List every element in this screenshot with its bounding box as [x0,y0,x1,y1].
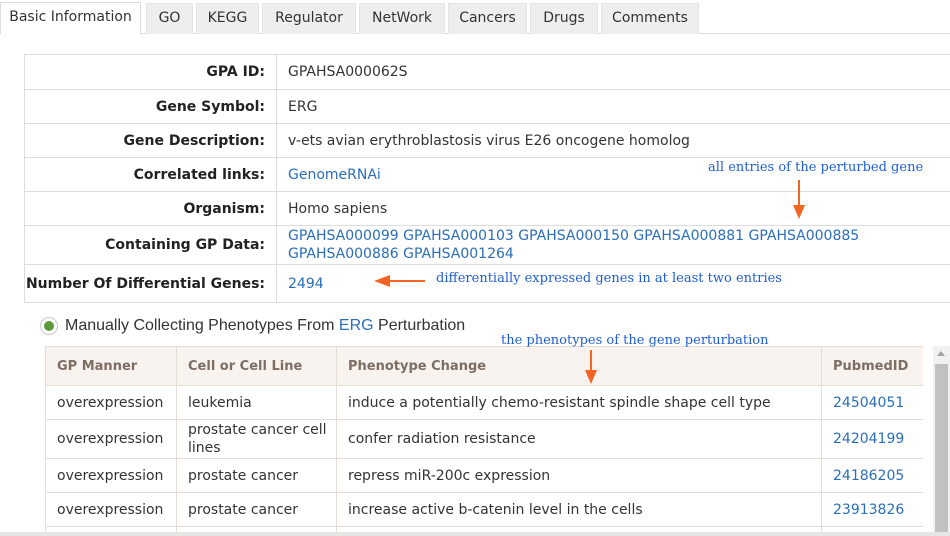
differential-genes-label: Number Of Differential Genes: [24,265,277,302]
cell-line-cell: prostate cancer [176,458,337,493]
phenotype-change-cell: repress miR-200c expression [336,458,822,493]
section-gene-link[interactable]: ERG [339,317,374,335]
tab-go[interactable]: GO [146,3,193,34]
column-header-gp-manner[interactable]: GP Manner [45,346,177,386]
cell-line-cell: leukemia [176,385,337,420]
gp-manner-cell: overexpression [45,419,177,459]
tab-kegg[interactable]: KEGG [196,3,259,34]
gp-data-link[interactable]: GPAHSA000885 [749,228,860,244]
phenotype-table-container[interactable]: GP Manner Cell or Cell Line Phenotype Ch… [45,346,923,536]
gpa-id-label: GPA ID: [24,55,277,89]
gpa-id-value: GPAHSA000062S [288,64,408,80]
organism-value: Homo sapiens [288,200,388,217]
tab-drugs[interactable]: Drugs [530,3,598,34]
table-row: overexpression leukemia induce a potenti… [45,385,923,420]
pubmed-id-cell: 24186205 [821,458,923,493]
section-title-suffix: Perturbation [373,317,466,334]
cell-line-cell: prostate cancer [176,492,337,527]
gene-description-label: Gene Description: [24,124,277,157]
column-header-cell-line[interactable]: Cell or Cell Line [176,346,337,386]
gene-symbol-label: Gene Symbol: [24,90,277,123]
gp-data-link[interactable]: GPAHSA000099 [288,228,399,244]
phenotype-change-cell: induce a potentially chemo-resistant spi… [336,385,822,420]
basic-info-table: GPA ID: GPAHSA000062S Gene Symbol: ERG G… [24,54,950,303]
phenotypes-section-title: Manually Collecting Phenotypes From ERG … [40,315,465,337]
tab-network[interactable]: NetWork [359,3,445,34]
annotation-phenotypes: the phenotypes of the gene perturbation [501,333,769,348]
gp-data-link[interactable]: GPAHSA000150 [518,228,629,244]
containing-gp-data-label: Containing GP Data: [24,226,277,264]
table-row: overexpression prostate cancer cell line… [45,419,923,459]
gp-data-link-list: GPAHSA000099 GPAHSA000103 GPAHSA000150 G… [288,227,908,263]
differential-genes-link[interactable]: 2494 [288,275,324,293]
info-row-gene-description: Gene Description: v-ets avian erythrobla… [24,124,950,158]
correlated-links-label: Correlated links: [24,158,277,191]
tab-cancers[interactable]: Cancers [448,3,527,34]
gp-manner-cell: overexpression [45,458,177,493]
gene-description-value: v-ets avian erythroblastosis virus E26 o… [288,132,690,149]
pubmed-link[interactable]: 24504051 [833,395,904,411]
gp-data-link[interactable]: GPAHSA000886 [288,246,399,262]
gp-data-link[interactable]: GPAHSA001264 [403,246,514,262]
green-dot-icon [40,317,58,335]
organism-label: Organism: [24,192,277,225]
pubmed-link[interactable]: 23913826 [833,502,904,518]
annotation-differential: differentially expressed genes in at lea… [436,271,782,286]
tab-comments[interactable]: Comments [601,3,699,34]
info-row-gpa-id: GPA ID: GPAHSA000062S [24,55,950,90]
gp-manner-cell: overexpression [45,385,177,420]
tab-bar: Basic Information GO KEGG Regulator NetW… [0,0,950,35]
phenotype-change-cell: confer radiation resistance [336,419,822,459]
tab-basic-information[interactable]: Basic Information [0,2,141,35]
tab-regulator[interactable]: Regulator [262,3,356,34]
section-title-prefix: Manually Collecting Phenotypes From [65,317,339,334]
scroll-up-arrow-icon[interactable] [937,351,945,356]
genomernai-link[interactable]: GenomeRNAi [288,166,381,184]
pubmed-id-cell: 23913826 [821,492,923,527]
containing-gp-data-value: GPAHSA000099 GPAHSA000103 GPAHSA000150 G… [288,226,950,264]
vertical-scrollbar[interactable] [933,346,950,536]
pubmed-link[interactable]: 24204199 [833,431,904,447]
cell-line-cell: prostate cancer cell lines [176,419,337,459]
phenotype-table: GP Manner Cell or Cell Line Phenotype Ch… [45,346,923,536]
column-header-pubmed-id[interactable]: PubmedID [821,346,923,386]
gene-symbol-value: ERG [288,98,318,115]
table-header-row: GP Manner Cell or Cell Line Phenotype Ch… [45,346,923,386]
table-row: overexpression prostate cancer increase … [45,492,923,527]
phenotype-change-cell: increase active b-catenin level in the c… [336,492,822,527]
gp-data-link[interactable]: GPAHSA000881 [633,228,744,244]
pubmed-id-cell: 24504051 [821,385,923,420]
gp-manner-cell: overexpression [45,492,177,527]
pubmed-link[interactable]: 24186205 [833,468,904,484]
gp-data-link[interactable]: GPAHSA000103 [403,228,514,244]
info-row-gene-symbol: Gene Symbol: ERG [24,90,950,124]
annotation-entries: all entries of the perturbed gene [708,160,924,175]
table-row: overexpression prostate cancer repress m… [45,458,923,493]
pubmed-id-cell: 24204199 [821,419,923,459]
info-row-containing-gp-data: Containing GP Data: GPAHSA000099 GPAHSA0… [24,226,950,265]
info-row-organism: Organism: Homo sapiens [24,192,950,226]
column-header-phenotype-change[interactable]: Phenotype Change [336,346,822,386]
scrollbar-thumb[interactable] [935,364,948,536]
horizontal-scrollbar[interactable] [0,532,950,536]
